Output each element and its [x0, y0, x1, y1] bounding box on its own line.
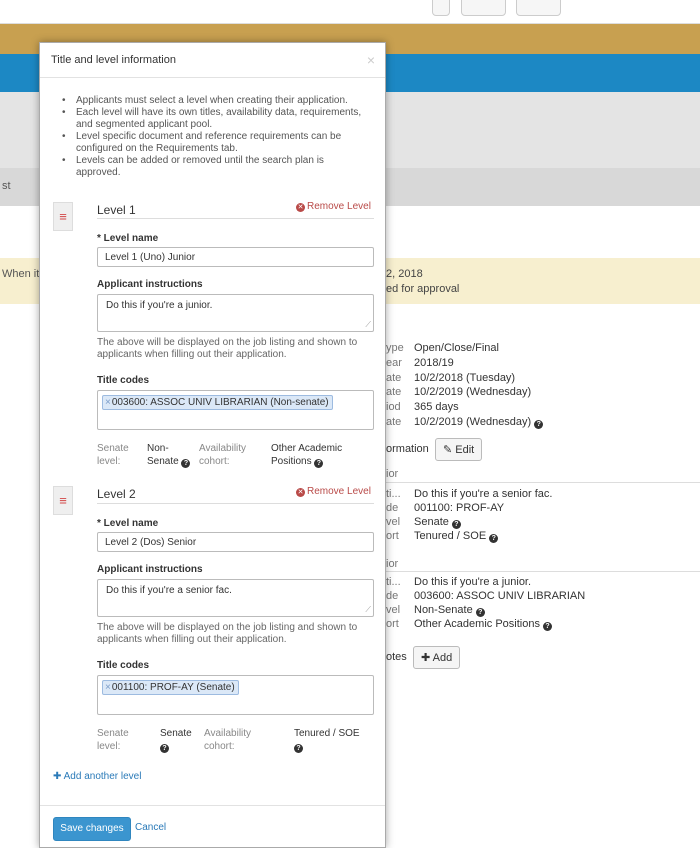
drag-handle-icon[interactable]: ≡ — [53, 202, 73, 231]
instructions-textarea[interactable]: Do this if you're a junior. ⟋ — [97, 294, 374, 332]
level-heading: Level 2 — [97, 487, 136, 501]
help-icon: ? — [314, 459, 324, 468]
senate-value: Non- Senate ? — [147, 442, 191, 468]
modal-title: Title and level information — [51, 54, 176, 66]
senate-label: Senate level: — [97, 443, 129, 467]
availability-label: Availability cohort: — [204, 728, 252, 752]
modal-footer-divider — [40, 805, 385, 806]
tab-label[interactable]: st — [2, 180, 11, 192]
divider — [97, 218, 374, 219]
notice-status: ed for approval — [386, 283, 460, 295]
plus-icon: ✚ — [53, 771, 62, 782]
list-item: Level specific document and reference re… — [60, 131, 370, 155]
settings-button[interactable] — [516, 0, 561, 16]
help-icon: ? — [489, 534, 499, 543]
title-code-tag[interactable]: ×003600: ASSOC UNIV LIBRARIAN (Non-senat… — [102, 395, 333, 410]
title-codes-select[interactable]: ×003600: ASSOC UNIV LIBRARIAN (Non-senat… — [97, 390, 374, 430]
plus-icon: ✚ — [421, 652, 431, 664]
level-name-input[interactable]: Level 1 (Uno) Junior — [97, 247, 374, 267]
help-icon: ? — [543, 622, 553, 631]
availability-label: Availability cohort: — [199, 443, 247, 467]
remove-tag-icon[interactable]: × — [105, 397, 111, 408]
title-code-tag[interactable]: ×001100: PROF-AY (Senate) — [102, 680, 239, 695]
level-heading: Level 1 — [97, 203, 136, 217]
title-codes-select[interactable]: ×001100: PROF-AY (Senate) — [97, 675, 374, 715]
senate-label: Senate level: — [97, 728, 129, 752]
help-icon: ? — [181, 459, 191, 468]
info-label: ormation — [386, 443, 429, 455]
help-icon: ? — [160, 744, 169, 753]
close-icon[interactable]: × — [367, 52, 375, 68]
pencil-icon: ✎ — [443, 444, 453, 456]
help-icon: ? — [451, 520, 461, 529]
section-label: ior — [386, 558, 399, 570]
resize-grip-icon[interactable]: ⟋ — [365, 605, 371, 615]
title-codes-label: Title codes — [97, 660, 150, 671]
instructions-label: Applicant instructions — [97, 279, 203, 290]
remove-icon: ✕ — [296, 203, 305, 212]
browser-toolbar — [0, 0, 700, 24]
help-icon: ? — [534, 420, 544, 429]
level-name-input[interactable]: Level 2 (Dos) Senior — [97, 532, 374, 552]
divider — [97, 503, 374, 504]
cohort-value: Other Academic Positions ? — [271, 443, 343, 468]
help-icon: ? — [475, 608, 485, 617]
notes-label: otes — [386, 651, 407, 663]
remove-tag-icon[interactable]: × — [105, 682, 111, 693]
title-level-modal: Title and level information × Applicants… — [39, 42, 386, 848]
list-item: Applicants must select a level when crea… — [60, 95, 370, 107]
toolbar-button[interactable] — [461, 0, 506, 16]
remove-icon: ✕ — [296, 488, 305, 497]
divider — [386, 482, 700, 483]
add-another-level-link[interactable]: ✚ Add another level — [53, 771, 141, 782]
title-codes-label: Title codes — [97, 375, 150, 386]
drag-handle-icon[interactable]: ≡ — [53, 486, 73, 515]
resize-grip-icon[interactable]: ⟋ — [365, 320, 371, 330]
instructions-list: Applicants must select a level when crea… — [60, 95, 370, 179]
modal-header: Title and level information × — [40, 43, 385, 78]
toolbar-button[interactable] — [432, 0, 450, 16]
help-icon: ? — [294, 744, 303, 753]
notice-date: 2, 2018 — [386, 268, 423, 280]
senate-value: Senate? — [160, 728, 192, 753]
instructions-textarea[interactable]: Do this if you're a senior fac. ⟋ — [97, 579, 374, 617]
add-note-button[interactable]: ✚ Add — [413, 646, 461, 669]
level-name-label: * Level name — [97, 233, 159, 244]
list-item: Each level will have its own titles, ava… — [60, 107, 370, 131]
cancel-link[interactable]: Cancel — [135, 822, 166, 833]
help-text: The above will be displayed on the job l… — [97, 622, 358, 645]
save-changes-button[interactable]: Save changes — [53, 817, 131, 841]
list-item: Levels can be added or removed until the… — [60, 155, 370, 179]
cohort-value: Tenured / SOE? — [294, 728, 360, 753]
divider — [386, 571, 700, 572]
level-name-label: * Level name — [97, 518, 159, 529]
edit-button[interactable]: ✎ Edit — [435, 438, 483, 461]
section-label: ior — [386, 468, 399, 480]
instructions-label: Applicant instructions — [97, 564, 203, 575]
help-text: The above will be displayed on the job l… — [97, 337, 358, 360]
remove-level-button[interactable]: ✕ Remove Level — [296, 201, 371, 212]
remove-level-button[interactable]: ✕ Remove Level — [296, 486, 371, 497]
